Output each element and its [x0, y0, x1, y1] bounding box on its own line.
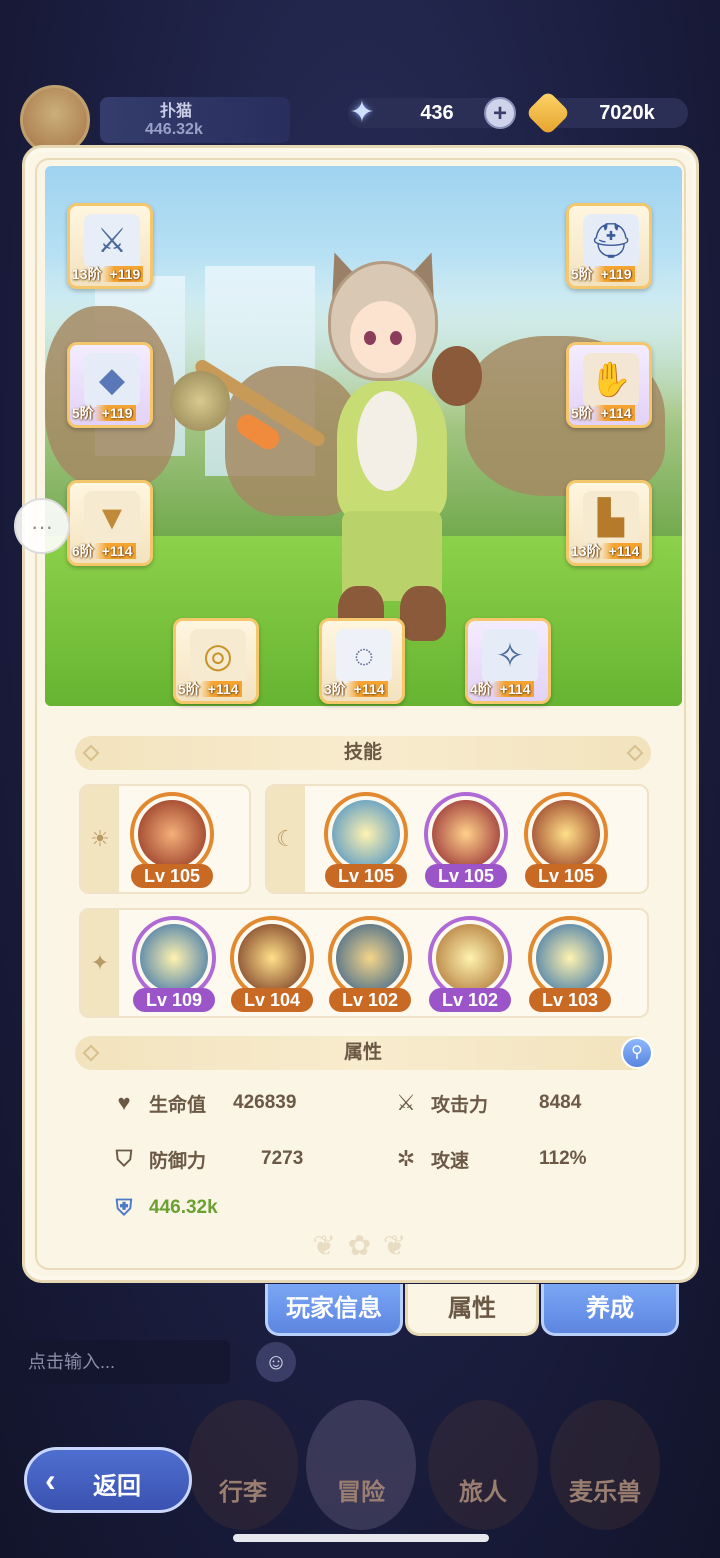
moon-icon: ☾	[267, 786, 305, 892]
nav-traveler[interactable]	[428, 1400, 538, 1530]
attr-hp-label: 生命值	[149, 1094, 207, 1116]
skill-group-sun: ☀ Lv 105	[79, 784, 251, 894]
tab-attributes[interactable]: 属性	[405, 1284, 539, 1336]
shield-icon: ⛉	[115, 1146, 133, 1171]
nav-adventure-label: 冒险	[337, 1479, 385, 1506]
skill-slot[interactable]: Lv 102	[425, 914, 515, 1014]
speed-icon: ✲	[396, 1146, 416, 1171]
back-button[interactable]: ‹ 返回	[24, 1447, 192, 1513]
gold-amount: 7020k	[599, 101, 655, 124]
attr-def-value: 7273	[261, 1148, 304, 1169]
attr-speed: ✲ 攻速 112%	[391, 1144, 587, 1174]
add-gem-button[interactable]: +	[484, 97, 516, 129]
equip-slot-armor[interactable]: ◆ 5阶 +119	[67, 342, 153, 428]
skills-title: 技能	[343, 742, 382, 763]
attr-power: ⛨ 446.32k	[109, 1193, 218, 1223]
crossed-swords-icon: ⚔	[396, 1090, 416, 1115]
equip-slot-boots[interactable]: ▙ 13阶 +114	[566, 480, 652, 566]
helmet-icon: ⛑	[583, 214, 639, 268]
player-name: 扑猫	[160, 103, 193, 120]
panel-ornament: ❦ ✿ ❦	[312, 1230, 409, 1261]
attr-hp-value: 426839	[233, 1092, 297, 1113]
nav-traveler-label: 旅人	[459, 1479, 507, 1506]
player-power: 446.32k	[145, 121, 203, 138]
nav-luggage-label: 行李	[219, 1479, 267, 1506]
skill-slot[interactable]: Lv 102	[325, 914, 415, 1014]
heart-icon: ♥	[117, 1090, 131, 1115]
attr-atk-value: 8484	[539, 1092, 582, 1113]
tab-cultivate[interactable]: 养成	[541, 1284, 679, 1336]
ring-icon: ◎	[190, 629, 246, 683]
skill-slot[interactable]: Lv 109	[129, 914, 219, 1014]
skill-slot[interactable]: Lv 105	[321, 790, 411, 890]
attributes-header: 属性 ⚲	[75, 1036, 653, 1070]
chat-input[interactable]: 点击输入...	[18, 1340, 230, 1384]
equip-slot-charm[interactable]: ✧ 4阶 +114	[465, 618, 551, 704]
tab-player-info[interactable]: 玩家信息	[265, 1284, 403, 1336]
home-indicator[interactable]	[233, 1534, 489, 1542]
gloves-icon: ✋	[583, 353, 639, 407]
skill-slot[interactable]: Lv 105	[421, 790, 511, 890]
axe-icon: ⚔	[84, 214, 140, 268]
attr-speed-value: 112%	[539, 1148, 587, 1169]
nav-luggage[interactable]	[188, 1400, 298, 1530]
sparkle-icon: ✦	[81, 910, 119, 1016]
attributes-title: 属性	[343, 1042, 382, 1063]
gold-counter: 7020k	[525, 90, 688, 136]
nav-pets[interactable]	[550, 1400, 660, 1530]
skill-slot[interactable]: Lv 103	[525, 914, 615, 1014]
armor-icon: ◆	[84, 353, 140, 407]
pants-icon: ▼	[84, 491, 140, 545]
skills-header: 技能	[75, 736, 651, 770]
attr-atk-label: 攻击力	[431, 1094, 489, 1116]
equip-slot-gloves[interactable]: ✋ 5阶 +114	[566, 342, 652, 428]
charm-icon: ✧	[482, 629, 538, 683]
power-shield-icon: ⛨	[115, 1195, 133, 1220]
gem-counter: ✦ 436 +	[348, 96, 516, 129]
gem-amount: 436	[420, 101, 454, 124]
attr-power-value: 446.32k	[149, 1197, 218, 1218]
equip-slot-necklace[interactable]: ◌ 3阶 +114	[319, 618, 405, 704]
character-model[interactable]	[292, 251, 492, 641]
skill-slot[interactable]: Lv 105	[521, 790, 611, 890]
back-label: 返回	[93, 1473, 141, 1500]
attributes-detail-button[interactable]: ⚲	[621, 1037, 653, 1069]
character-panel: ⚔ 13阶 +119 ⛑ 5阶 +119 ◆ 5阶 +119 ✋ 5阶 +114 ▼ 6…	[22, 145, 699, 1283]
equip-slot-ring[interactable]: ◎ 5阶 +114	[173, 618, 259, 704]
sun-icon: ☀	[81, 786, 119, 892]
attr-def-label: 防御力	[149, 1150, 207, 1172]
gem-icon: ✦	[349, 95, 375, 129]
nav-pets-label: 麦乐兽	[569, 1479, 641, 1506]
attr-def: ⛉ 防御力 7273	[109, 1144, 304, 1174]
skill-group-moon: ☾ Lv 105 Lv 105 Lv 105	[265, 784, 649, 894]
gold-icon	[525, 90, 571, 136]
necklace-icon: ◌	[336, 629, 392, 683]
back-arrow-icon: ‹	[45, 1462, 56, 1498]
emoji-icon[interactable]: ☺	[256, 1342, 296, 1382]
nav-adventure[interactable]	[306, 1400, 416, 1530]
attr-atk: ⚔ 攻击力 8484	[391, 1088, 581, 1118]
skill-slot[interactable]: Lv 105	[127, 790, 217, 890]
skill-group-star: ✦ Lv 109 Lv 104 Lv 102 Lv 102 Lv 103	[79, 908, 649, 1018]
skill-slot[interactable]: Lv 104	[227, 914, 317, 1014]
chat-bubble-button[interactable]: ···	[14, 498, 70, 554]
staff-head	[170, 371, 230, 431]
equip-slot-pants[interactable]: ▼ 6阶 +114	[67, 480, 153, 566]
equip-slot-helmet[interactable]: ⛑ 5阶 +119	[566, 203, 652, 289]
equip-slot-weapon[interactable]: ⚔ 13阶 +119	[67, 203, 153, 289]
attr-speed-label: 攻速	[431, 1150, 470, 1172]
boots-icon: ▙	[583, 491, 639, 545]
attr-hp: ♥ 生命值 426839	[109, 1088, 296, 1118]
